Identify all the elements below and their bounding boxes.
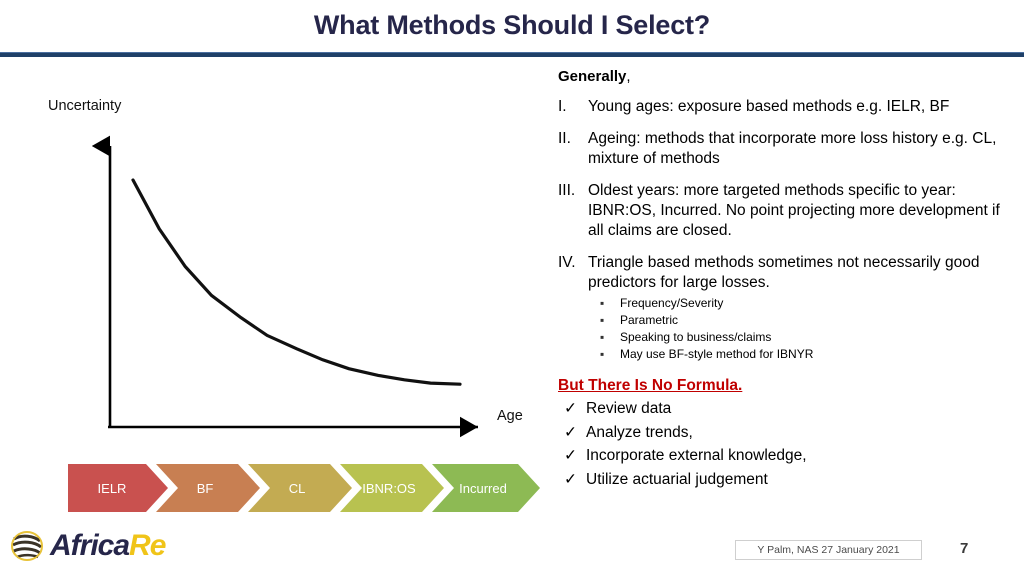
- list-text: Triangle based methods sometimes not nec…: [588, 253, 980, 291]
- square-bullet-icon: ▪: [600, 346, 605, 361]
- chevron-step-5[interactable]: Incurred: [432, 464, 540, 512]
- generally-label: Generally: [558, 68, 627, 85]
- sub-bullet-list: ▪ Frequency/Severity ▪ Parametric ▪ Spea…: [588, 295, 1010, 363]
- conclusion-block: But There Is No Formula. ✓ Review data ✓…: [558, 375, 1010, 491]
- list-item: III. Oldest years: more targeted methods…: [558, 181, 1010, 241]
- sub-list-text: Speaking to business/claims: [620, 329, 772, 344]
- check-icon: ✓: [564, 400, 577, 417]
- page-title: What Methods Should I Select?: [313, 10, 711, 40]
- check-list-item: ✓ Incorporate external knowledge,: [558, 444, 1010, 468]
- check-list-text: Utilize actuarial judgement: [586, 470, 768, 488]
- chevron-label-3: CL: [289, 481, 306, 496]
- list-marker: IV.: [558, 253, 576, 271]
- check-icon: ✓: [564, 447, 577, 465]
- square-bullet-icon: ▪: [600, 312, 605, 327]
- check-list-item: ✓ Utilize actuarial judgement: [558, 468, 1010, 492]
- chevron-label-5: Incurred: [459, 481, 507, 496]
- list-marker: II.: [558, 129, 571, 147]
- logo-text: AfricaRe: [50, 529, 166, 563]
- title-divider: [0, 52, 1024, 57]
- logo-re-text: Re: [129, 529, 166, 562]
- list-item: IV. Triangle based methods sometimes not…: [558, 253, 1010, 363]
- chevron-step-3[interactable]: CL: [248, 464, 352, 512]
- check-list-item: ✓ Analyze trends,: [558, 421, 1010, 445]
- square-bullet-icon: ▪: [600, 295, 605, 310]
- check-list-item: ✓ Review data: [558, 397, 1010, 421]
- sub-list-item: ▪ Speaking to business/claims: [600, 329, 1010, 346]
- list-marker: III.: [558, 181, 576, 199]
- presenter-badge: Y Palm, NAS 27 January 2021: [735, 540, 922, 560]
- guidance-list: I. Young ages: exposure based methods e.…: [558, 97, 1010, 363]
- conclusion-heading: But There Is No Formula.: [558, 377, 743, 394]
- chevron-step-1[interactable]: IELR: [68, 464, 168, 512]
- africa-re-logo: AfricaRe: [8, 528, 166, 564]
- globe-icon: [11, 531, 43, 561]
- sub-list-text: Parametric: [620, 312, 679, 327]
- sub-list-text: May use BF-style method for IBNYR: [620, 346, 814, 361]
- page-number: 7: [960, 540, 969, 557]
- uncertainty-chart: Uncertainty Age: [0, 60, 560, 450]
- chevron-step-2[interactable]: BF: [156, 464, 260, 512]
- list-item: I. Young ages: exposure based methods e.…: [558, 97, 1010, 117]
- chart-curve: [131, 178, 462, 386]
- sub-list-item: ▪ Frequency/Severity: [600, 295, 1010, 312]
- square-bullet-icon: ▪: [600, 329, 605, 344]
- methods-guidance-panel: Generally, I. Young ages: exposure based…: [558, 68, 1010, 491]
- check-list-text: Analyze trends,: [586, 423, 693, 441]
- conclusion-list: ✓ Review data ✓ Analyze trends, ✓ Incorp…: [558, 397, 1010, 491]
- method-progression-chevrons: IELR BF CL IBNR:OS Incurred: [68, 464, 548, 512]
- chevron-step-4[interactable]: IBNR:OS: [340, 464, 444, 512]
- sub-list-item: ▪ Parametric: [600, 312, 1010, 329]
- chart-canvas: [91, 135, 478, 438]
- logo-africa-text: Africa: [50, 529, 130, 562]
- list-text: Young ages: exposure based methods e.g. …: [588, 98, 950, 115]
- check-list-text: Incorporate external knowledge,: [586, 447, 807, 465]
- chevron-label-4: IBNR:OS: [362, 481, 416, 496]
- check-icon: ✓: [564, 470, 577, 488]
- list-marker: I.: [558, 98, 567, 115]
- check-icon: ✓: [564, 423, 577, 441]
- chevron-label-1: IELR: [98, 481, 127, 496]
- sub-list-text: Frequency/Severity: [620, 295, 724, 310]
- chevron-label-2: BF: [197, 481, 214, 496]
- generally-comma: ,: [626, 68, 631, 85]
- list-item: II. Ageing: methods that incorporate mor…: [558, 129, 1010, 169]
- list-text: Oldest years: more targeted methods spec…: [588, 181, 1000, 239]
- list-text: Ageing: methods that incorporate more lo…: [588, 129, 997, 167]
- generally-heading: Generally,: [558, 68, 1010, 85]
- check-list-text: Review data: [586, 400, 672, 417]
- sub-list-item: ▪ May use BF-style method for IBNYR: [600, 346, 1010, 363]
